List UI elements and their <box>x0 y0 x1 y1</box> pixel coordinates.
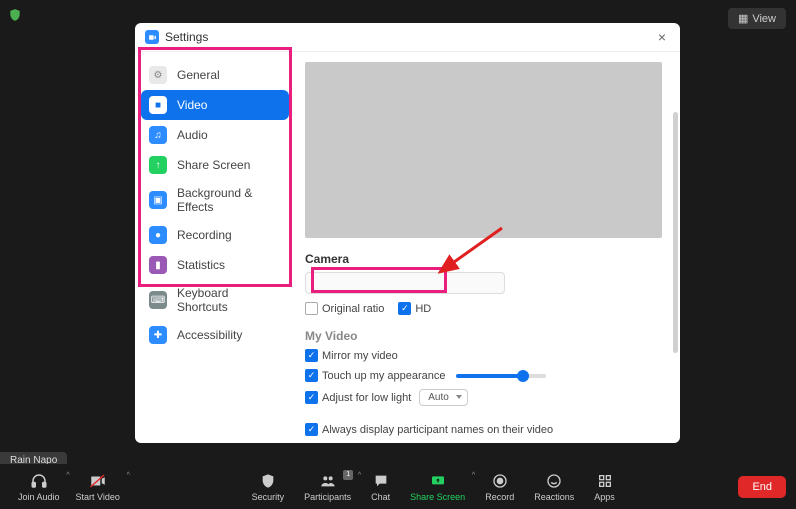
security-button[interactable]: Security <box>244 472 293 502</box>
video-icon: ■ <box>149 96 167 114</box>
join-audio-button[interactable]: ^Join Audio <box>10 472 68 502</box>
people-icon <box>319 472 337 490</box>
toolbar-label: Chat <box>371 492 390 502</box>
chevron-up-icon[interactable]: ^ <box>472 472 475 479</box>
sidebar-item-label: Recording <box>177 228 232 242</box>
lowlight-checkbox[interactable] <box>305 391 318 404</box>
reactions-button[interactable]: Reactions <box>526 472 582 502</box>
share-screen-button[interactable]: ^ Share Screen <box>402 472 473 502</box>
original-ratio-label: Original ratio <box>322 303 384 315</box>
view-button[interactable]: ▦ View <box>728 8 786 29</box>
sidebar-item-label: Accessibility <box>177 328 242 342</box>
zoom-app-icon <box>145 30 159 44</box>
keyboard-icon: ⌨ <box>149 291 167 309</box>
camera-select[interactable] <box>305 272 505 294</box>
sidebar-item-video[interactable]: ■ Video <box>141 90 289 120</box>
sidebar-item-share-screen[interactable]: ↑ Share Screen <box>135 150 295 180</box>
scrollbar[interactable] <box>673 112 678 353</box>
smile-icon <box>546 472 562 490</box>
sidebar-item-label: Audio <box>177 128 208 142</box>
record-icon: ● <box>149 226 167 244</box>
sidebar-item-label: Statistics <box>177 258 225 272</box>
my-video-section-label: My Video <box>305 329 662 343</box>
sidebar-item-label: Keyboard Shortcuts <box>177 286 281 314</box>
chart-icon: ▮ <box>149 256 167 274</box>
sidebar-item-general[interactable]: ⚙ General <box>135 60 295 90</box>
end-button[interactable]: End <box>738 476 786 498</box>
sidebar-item-statistics[interactable]: ▮ Statistics <box>135 250 295 280</box>
shield-icon <box>8 8 22 25</box>
headphones-icon <box>30 472 48 490</box>
chevron-up-icon[interactable]: ^ <box>127 472 130 479</box>
toolbar-label: Apps <box>594 492 615 502</box>
start-video-button[interactable]: ^ Start Video <box>68 472 128 502</box>
original-ratio-checkbox[interactable] <box>305 302 318 315</box>
touchup-slider[interactable] <box>456 374 546 378</box>
chat-button[interactable]: Chat <box>363 472 398 502</box>
background-icon: ▣ <box>149 191 167 209</box>
sidebar-item-label: General <box>177 68 220 82</box>
settings-content: Camera Original ratio HD My Video Mirror… <box>295 52 680 443</box>
sidebar-item-audio[interactable]: ♫ Audio <box>135 120 295 150</box>
participants-count: 1 <box>343 470 353 480</box>
sidebar-item-background[interactable]: ▣ Background & Effects <box>135 180 295 220</box>
sidebar-item-label: Background & Effects <box>177 186 281 214</box>
mirror-checkbox[interactable] <box>305 349 318 362</box>
participants-button[interactable]: ^ 1 Participants <box>296 472 359 502</box>
share-icon <box>429 472 447 490</box>
chevron-up-icon[interactable]: ^ <box>358 472 361 479</box>
video-off-icon <box>89 472 107 490</box>
touchup-checkbox[interactable] <box>305 369 318 382</box>
touchup-label: Touch up my appearance <box>322 370 446 382</box>
settings-sidebar: ⚙ General ■ Video ♫ Audio ↑ Share Screen ▣ Ba… <box>135 52 295 443</box>
accessibility-icon: ✚ <box>149 326 167 344</box>
participant-names-checkbox[interactable] <box>305 423 318 436</box>
toolbar-label: Reactions <box>534 492 574 502</box>
settings-window: Settings × ⚙ General ■ Video ♫ Audio ↑ Share… <box>135 23 680 443</box>
grid-icon: ▦ <box>738 12 748 25</box>
sidebar-item-keyboard[interactable]: ⌨ Keyboard Shortcuts <box>135 280 295 320</box>
settings-titlebar: Settings × <box>135 23 680 52</box>
toolbar-label: Security <box>252 492 285 502</box>
share-icon: ↑ <box>149 156 167 174</box>
toolbar-label: Participants <box>304 492 351 502</box>
toolbar-label: Record <box>485 492 514 502</box>
sidebar-item-label: Share Screen <box>177 158 250 172</box>
sidebar-item-label: Video <box>177 98 207 112</box>
view-label: View <box>752 13 776 25</box>
chat-icon <box>373 472 389 490</box>
toolbar-label: Share Screen <box>410 492 465 502</box>
sidebar-item-recording[interactable]: ● Recording <box>135 220 295 250</box>
participant-names-label: Always display participant names on thei… <box>322 424 553 436</box>
toolbar-label: Join Audio <box>18 492 60 502</box>
record-icon <box>492 472 508 490</box>
apps-icon <box>597 472 613 490</box>
settings-title: Settings <box>165 30 208 44</box>
lowlight-label: Adjust for low light <box>322 392 411 404</box>
close-button[interactable]: × <box>654 29 670 45</box>
hd-checkbox[interactable] <box>398 302 411 315</box>
record-button[interactable]: Record <box>477 472 522 502</box>
toolbar-label: Start Video <box>76 492 120 502</box>
apps-button[interactable]: Apps <box>586 472 623 502</box>
shield-icon <box>260 472 276 490</box>
mirror-label: Mirror my video <box>322 350 398 362</box>
headphones-icon: ♫ <box>149 126 167 144</box>
gear-icon: ⚙ <box>149 66 167 84</box>
lowlight-mode-select[interactable]: Auto <box>419 389 468 406</box>
camera-section-label: Camera <box>305 252 662 266</box>
video-preview <box>305 62 662 238</box>
hd-label: HD <box>415 303 431 315</box>
meeting-toolbar: ^Join Audio ^Start Video Security ^1Part… <box>0 464 796 509</box>
sidebar-item-accessibility[interactable]: ✚ Accessibility <box>135 320 295 350</box>
